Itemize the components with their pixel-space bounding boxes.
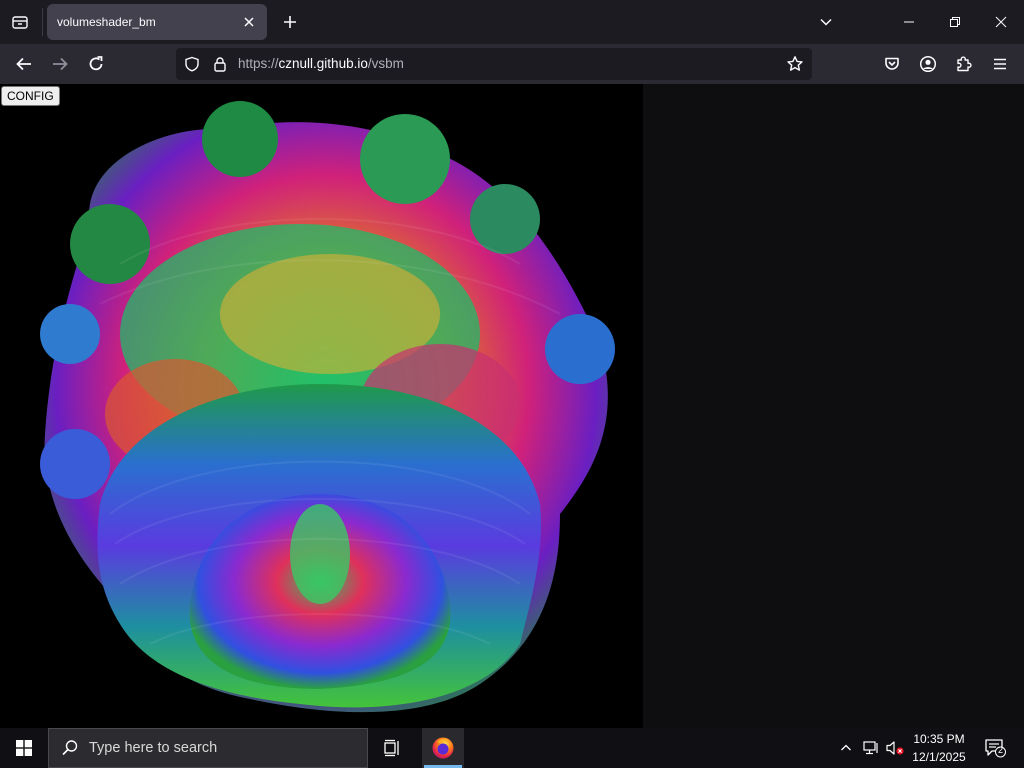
- list-all-tabs-button[interactable]: [814, 10, 838, 34]
- arrow-right-icon: [53, 57, 68, 71]
- close-icon: [244, 17, 254, 27]
- tab-list-button[interactable]: [6, 8, 34, 36]
- firefox-icon: [432, 737, 454, 759]
- plus-icon: [284, 16, 296, 28]
- shield-icon: [185, 56, 199, 72]
- bookmark-button[interactable]: [786, 55, 804, 73]
- extensions-button[interactable]: [950, 50, 978, 78]
- network-button[interactable]: [860, 728, 882, 768]
- tab-list-icon: [12, 16, 28, 29]
- star-icon: [787, 56, 803, 71]
- new-tab-button[interactable]: [278, 10, 302, 34]
- clock-date: 12/1/2025: [912, 750, 966, 764]
- reload-button[interactable]: [82, 50, 110, 78]
- page-content: CONFIG: [0, 84, 1024, 728]
- search-placeholder: Type here to search: [89, 740, 218, 756]
- windows-logo-icon: [16, 740, 32, 756]
- close-tab-button[interactable]: [241, 14, 257, 30]
- speaker-muted-icon: [886, 741, 904, 755]
- task-view-button[interactable]: [372, 728, 412, 768]
- network-icon: [863, 741, 878, 755]
- action-center-button[interactable]: 2: [978, 728, 1012, 768]
- shader-canvas[interactable]: CONFIG: [0, 84, 643, 728]
- pocket-icon: [885, 57, 899, 70]
- show-hidden-icons-button[interactable]: [836, 728, 856, 768]
- app-menu-button[interactable]: [986, 50, 1014, 78]
- url-text[interactable]: https://cznull.github.io/vsbm: [238, 48, 404, 80]
- restore-icon: [950, 17, 960, 27]
- reload-icon: [89, 56, 103, 71]
- url-host: cznull.github.io: [278, 56, 368, 71]
- chevron-down-icon: [820, 18, 832, 26]
- volume-button[interactable]: [884, 728, 906, 768]
- url-path: /vsbm: [367, 56, 404, 71]
- tracking-protection-button[interactable]: [184, 56, 200, 72]
- close-window-button[interactable]: [978, 0, 1024, 44]
- search-icon: [62, 740, 78, 756]
- navigation-bar: https://cznull.github.io/vsbm: [0, 44, 1024, 84]
- minimize-icon: [904, 21, 914, 23]
- back-button[interactable]: [10, 50, 38, 78]
- task-view-icon: [384, 739, 399, 757]
- tab-active[interactable]: volumeshader_bm: [47, 4, 267, 40]
- hamburger-icon: [994, 58, 1006, 70]
- account-icon: [919, 55, 937, 73]
- forward-button[interactable]: [46, 50, 74, 78]
- arrow-left-icon: [16, 57, 31, 71]
- taskbar-firefox-button[interactable]: [422, 728, 464, 768]
- pocket-button[interactable]: [878, 50, 906, 78]
- lock-icon: [214, 57, 226, 72]
- tab-strip: volumeshader_bm: [0, 0, 1024, 44]
- fractal-render: [40, 101, 615, 713]
- config-button[interactable]: CONFIG: [1, 86, 60, 106]
- system-clock[interactable]: 10:35 PM 12/1/2025: [906, 730, 972, 766]
- chevron-up-icon: [841, 744, 851, 751]
- puzzle-icon: [957, 56, 972, 72]
- account-button[interactable]: [914, 50, 942, 78]
- taskbar-search-box[interactable]: Type here to search: [48, 728, 368, 768]
- site-info-button[interactable]: [212, 56, 228, 72]
- restore-button[interactable]: [932, 0, 978, 44]
- clock-time: 10:35 PM: [913, 732, 965, 746]
- notification-count: 2: [998, 745, 1004, 755]
- close-window-icon: [995, 16, 1007, 28]
- url-scheme: https://: [238, 56, 279, 71]
- tab-title: volumeshader_bm: [57, 15, 156, 29]
- address-bar[interactable]: https://cznull.github.io/vsbm: [176, 48, 812, 80]
- start-button[interactable]: [0, 728, 48, 768]
- taskbar: Type here to search 10:35 PM 12/1/2025 2: [0, 728, 1024, 768]
- minimize-button[interactable]: [886, 0, 932, 44]
- tab-separator: [42, 8, 43, 36]
